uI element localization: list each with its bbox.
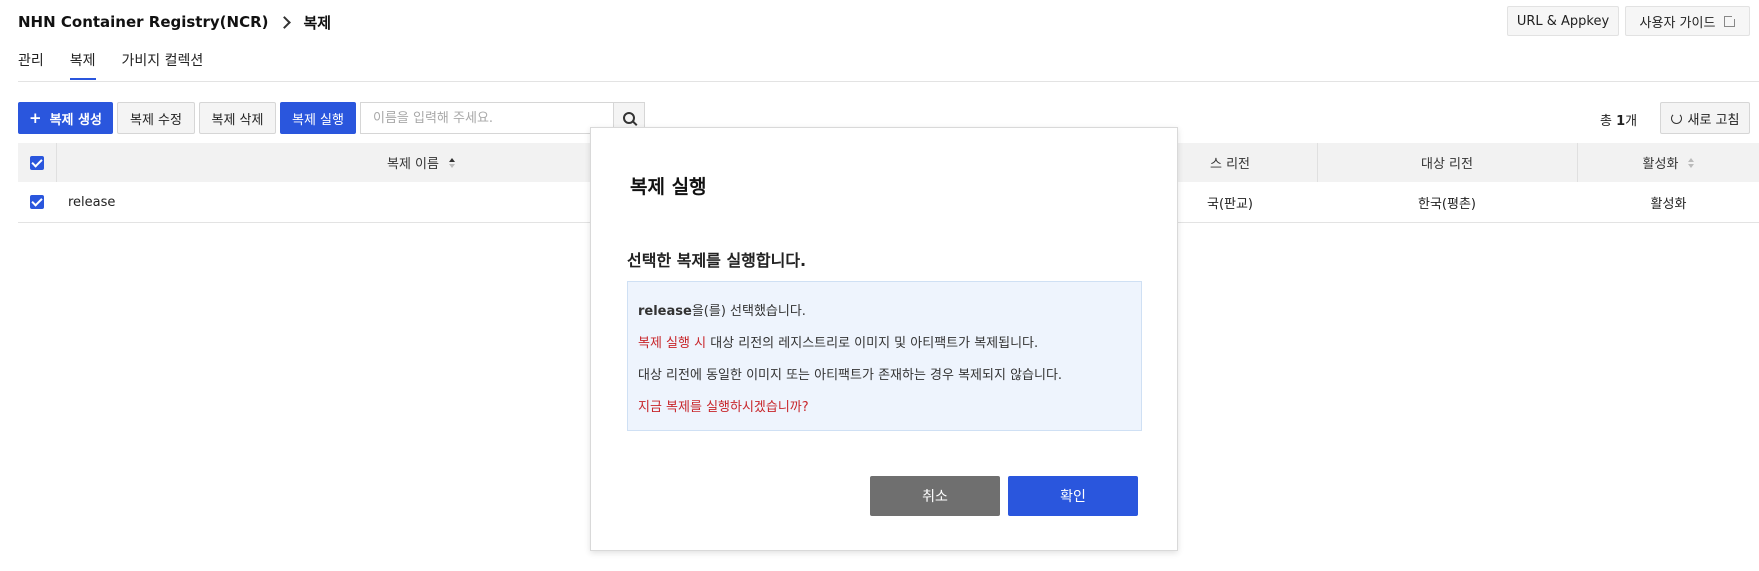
effect-text: 대상 리전의 레지스트리로 이미지 및 아티팩트가 복제됩니다.	[706, 336, 1039, 351]
user-guide-button[interactable]: 사용자 가이드	[1625, 6, 1750, 36]
sort-icon	[1688, 157, 1695, 168]
create-label: 복제 생성	[49, 112, 102, 128]
cancel-label: 취소	[922, 489, 948, 505]
delete-replication-button[interactable]: 복제 삭제	[199, 102, 276, 134]
total-prefix: 총	[1600, 114, 1617, 129]
dialog-line-question: 지금 복제를 실행하시겠습니까?	[638, 400, 809, 415]
tab-manage[interactable]: 관리	[18, 50, 44, 80]
row-checkbox[interactable]	[30, 195, 44, 209]
selected-name: release	[638, 304, 692, 319]
edit-label: 복제 수정	[130, 112, 182, 128]
sort-icon	[448, 157, 455, 168]
run-label: 복제 실행	[292, 112, 344, 128]
effect-highlight: 복제 실행 시	[638, 336, 707, 351]
row-select-cell	[30, 182, 44, 222]
tab-garbage-collection[interactable]: 가비지 컬렉션	[122, 50, 204, 80]
cancel-button[interactable]: 취소	[870, 476, 1000, 516]
url-appkey-label: URL & Appkey	[1516, 13, 1610, 29]
row-enabled: 활성화	[1650, 196, 1687, 212]
column-header-enabled[interactable]: 활성화	[1578, 143, 1759, 182]
total-count-value: 1	[1616, 114, 1626, 129]
row-name[interactable]: release	[68, 182, 115, 222]
selected-suffix: 을(를) 선택했습니다.	[691, 304, 806, 319]
search-input[interactable]	[360, 102, 614, 134]
select-all-checkbox[interactable]	[30, 155, 44, 170]
chevron-right-icon	[278, 15, 292, 29]
dialog-line-effect: 복제 실행 시 대상 리전의 레지스트리로 이미지 및 아티팩트가 복제됩니다.	[638, 332, 1038, 351]
run-replication-button[interactable]: 복제 실행	[280, 102, 356, 134]
total-count: 총 1개	[1600, 110, 1637, 129]
url-appkey-button[interactable]: URL & Appkey	[1507, 6, 1619, 36]
select-all-cell	[18, 143, 56, 182]
confirm-button[interactable]: 확인	[1008, 476, 1138, 516]
plus-icon: +	[29, 109, 42, 127]
refresh-label: 새로 고침	[1687, 112, 1740, 128]
row-target-region: 한국(평촌)	[1418, 196, 1476, 212]
refresh-icon	[1670, 112, 1682, 124]
delete-label: 복제 삭제	[211, 112, 264, 128]
column-header-target-region: 대상 리전	[1318, 143, 1576, 182]
breadcrumb-service[interactable]: NHN Container Registry(NCR)	[18, 13, 268, 31]
dialog-line-skip: 대상 리전에 동일한 이미지 또는 아티팩트가 존재하는 경우 복제되지 않습니…	[638, 368, 1063, 383]
breadcrumb: NHN Container Registry(NCR) 복제	[18, 10, 331, 34]
column-header-source-label: 스 리전	[1209, 157, 1250, 172]
tab-divider	[18, 81, 1759, 82]
total-suffix: 개	[1625, 114, 1638, 129]
refresh-button[interactable]: 새로 고침	[1660, 102, 1750, 134]
external-link-icon	[1724, 13, 1738, 27]
confirm-label: 확인	[1060, 489, 1086, 505]
user-guide-label: 사용자 가이드	[1639, 15, 1716, 31]
search-icon	[623, 112, 635, 124]
dialog-line-selected: release을(를) 선택했습니다.	[638, 300, 806, 319]
column-header-enabled-label: 활성화	[1642, 157, 1679, 172]
dialog-title: 복제 실행	[630, 176, 707, 198]
tab-replication[interactable]: 복제	[69, 50, 96, 80]
dialog-subtitle: 선택한 복제를 실행합니다.	[627, 251, 807, 270]
edit-replication-button[interactable]: 복제 수정	[117, 102, 195, 134]
tab-bar: 관리 복제 가비지 컬렉션	[18, 50, 229, 80]
column-header-target-label: 대상 리전	[1421, 157, 1473, 172]
column-header-name-label: 복제 이름	[387, 157, 439, 172]
create-replication-button[interactable]: + 복제 생성	[18, 102, 113, 134]
breadcrumb-current: 복제	[303, 13, 332, 32]
